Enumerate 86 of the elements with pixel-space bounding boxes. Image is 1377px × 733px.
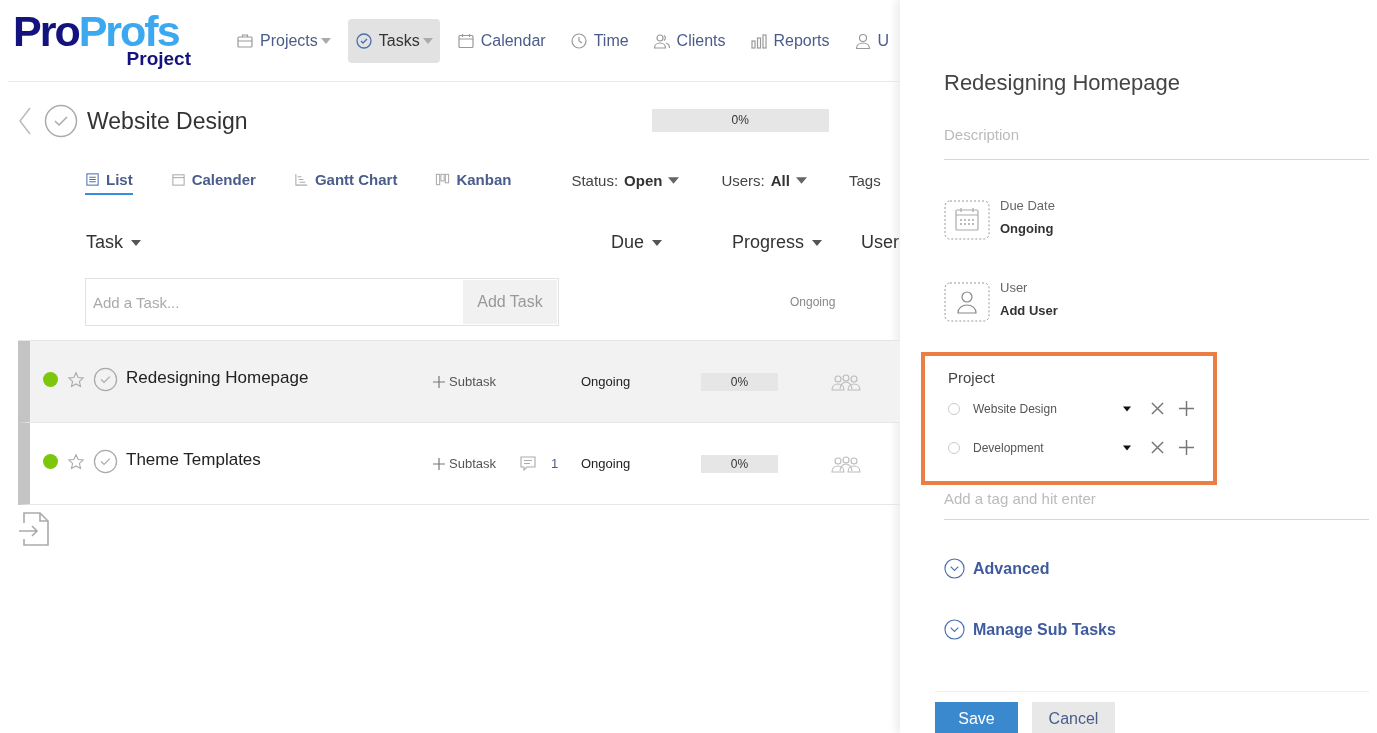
users-icon [652, 31, 671, 50]
due-date-label: Due Date [1000, 198, 1055, 213]
caret-icon [795, 176, 807, 184]
check-circle-icon [354, 31, 373, 50]
plus-icon [433, 375, 445, 388]
save-button[interactable]: Save [935, 702, 1018, 733]
view-tab[interactable]: List [85, 165, 133, 195]
add-user-link[interactable]: Add User [1000, 303, 1058, 318]
column-header[interactable]: Progress [732, 232, 823, 253]
view-tab[interactable]: Calender [170, 165, 256, 195]
column-header[interactable]: User [861, 232, 899, 253]
section-toggle[interactable]: Manage Sub Tasks [944, 619, 1369, 640]
status-dot [43, 372, 58, 387]
chevron-circle-icon [944, 558, 965, 579]
nav-item[interactable]: Clients [645, 18, 733, 63]
task-name[interactable]: Redesigning Homepage [126, 367, 426, 388]
check-circle-icon[interactable] [93, 449, 118, 474]
project-dropdown[interactable]: Website Design [973, 401, 1123, 416]
task-name[interactable]: Theme Templates [126, 449, 426, 470]
caret-icon [812, 239, 823, 246]
nav-item[interactable]: Reports [742, 18, 837, 63]
clock-icon [569, 31, 588, 50]
nav-item[interactable]: Calendar [449, 18, 553, 63]
caret-icon [320, 37, 331, 44]
add-subtask-link[interactable]: Subtask [433, 456, 519, 471]
nav-item[interactable]: Tasks [347, 18, 440, 63]
filter-dropdown[interactable]: Status: Open [571, 171, 680, 189]
caret-icon [668, 176, 680, 184]
status-dot [43, 454, 58, 469]
add-subtask-link[interactable]: Subtask [433, 374, 519, 389]
caret-icon [652, 239, 663, 246]
task-row[interactable]: Redesigning Homepage Subtask Ongoing 0% [18, 341, 900, 423]
users-icon[interactable] [831, 372, 861, 391]
view-tab[interactable]: Kanban [435, 165, 512, 195]
close-icon[interactable] [1151, 441, 1164, 454]
user-label: User [1000, 280, 1029, 295]
progress-bar: 0% [701, 372, 778, 391]
users-icon[interactable] [831, 454, 861, 473]
plus-icon[interactable] [1179, 440, 1194, 455]
calendar-icon [456, 31, 475, 50]
filter-dropdown[interactable]: Tags [848, 171, 881, 189]
plus-icon[interactable] [1179, 401, 1194, 416]
panel-title: Redesigning Homepage [944, 70, 1182, 96]
due-date-value[interactable]: Ongoing [1000, 221, 1055, 236]
column-header[interactable]: Task [86, 232, 141, 253]
caret-icon [131, 239, 141, 246]
view-tab[interactable]: Gantt Chart [293, 165, 398, 195]
calendar-icon [170, 172, 186, 187]
check-circle-icon[interactable] [93, 367, 118, 392]
due-text: Ongoing [581, 456, 632, 471]
kanban-icon [435, 172, 451, 187]
calendar-icon[interactable] [944, 200, 990, 240]
progress-bar: 0% [701, 454, 778, 473]
caret-icon[interactable] [1123, 444, 1131, 451]
project-dropdown[interactable]: Development [973, 440, 1123, 455]
project-label: Project [948, 369, 996, 386]
bar-chart-icon [749, 31, 768, 50]
briefcase-icon [236, 31, 254, 50]
section-toggle[interactable]: Advanced [944, 558, 1369, 579]
gantt-icon [293, 172, 309, 187]
project-title: Website Design [87, 107, 248, 135]
list-icon [85, 172, 100, 187]
plus-icon [433, 457, 445, 470]
cancel-button[interactable]: Cancel [1032, 702, 1115, 733]
column-header[interactable]: Due [611, 232, 663, 253]
star-icon[interactable] [67, 370, 85, 389]
due-text: Ongoing [790, 295, 836, 309]
user-icon[interactable] [944, 282, 990, 322]
comment-count: 1 [551, 456, 559, 471]
nav-item[interactable]: Projects [229, 18, 338, 63]
caret-icon [422, 37, 433, 44]
close-icon[interactable] [1151, 402, 1164, 415]
star-icon[interactable] [67, 452, 85, 471]
back-icon[interactable] [18, 106, 32, 136]
nav-item[interactable]: U [846, 18, 897, 63]
due-text: Ongoing [581, 374, 632, 389]
nav-item[interactable]: Time [562, 18, 636, 63]
filter-dropdown[interactable]: Users: All [721, 171, 807, 189]
progress-bar: 0% [651, 108, 829, 132]
caret-icon[interactable] [1123, 405, 1131, 412]
user-icon [853, 31, 872, 50]
comment-icon[interactable] [519, 454, 537, 473]
chevron-circle-icon [944, 619, 965, 640]
import-icon[interactable] [18, 511, 52, 547]
logo[interactable]: ProProfs Project [8, 11, 191, 70]
check-circle-icon[interactable] [44, 104, 78, 138]
